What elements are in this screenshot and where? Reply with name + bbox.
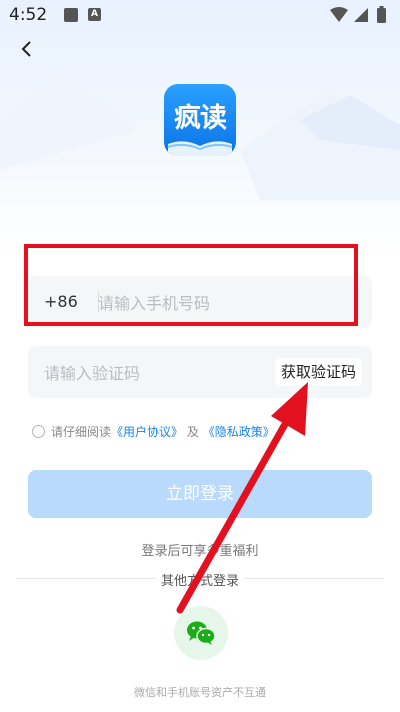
agreement-row: 请仔细阅读《用户协议》 及 《隐私政策》 xyxy=(32,424,275,440)
status-time: 4:52 xyxy=(9,5,48,25)
signal-icon xyxy=(354,8,368,22)
status-bar: 4:52 A xyxy=(0,0,400,30)
chevron-left-icon xyxy=(21,41,31,57)
notification-a-icon: A xyxy=(88,8,101,21)
account-notice: 微信和手机账号资产不互通 xyxy=(134,686,266,699)
app-logo-text: 疯读 xyxy=(174,103,227,134)
other-login-label: 其他方式登录 xyxy=(154,570,245,589)
perk-text: 登录后可享多重福利 xyxy=(141,544,259,559)
privacy-policy-link[interactable]: 《隐私政策》 xyxy=(203,425,275,439)
notification-icon xyxy=(64,8,78,22)
wechat-login-button[interactable] xyxy=(174,606,228,660)
status-icons xyxy=(330,6,386,23)
back-button[interactable] xyxy=(16,38,38,60)
app-logo: 疯读 xyxy=(164,84,236,156)
battery-icon xyxy=(377,8,386,23)
book-icon xyxy=(167,141,233,156)
agreement-and: 及 xyxy=(186,425,199,439)
get-code-button[interactable]: 获取验证码 xyxy=(274,358,362,386)
other-login-row: 其他方式登录 xyxy=(0,570,400,589)
code-field: 获取验证码 xyxy=(28,346,372,398)
user-agreement-link[interactable]: 《用户协议》 xyxy=(111,425,183,439)
agree-radio[interactable] xyxy=(32,425,45,438)
wechat-icon xyxy=(187,621,216,645)
agreement-prefix: 请仔细阅读 xyxy=(51,425,112,439)
verification-code-input[interactable] xyxy=(44,361,264,385)
wifi-icon xyxy=(330,7,348,22)
highlight-annotation-box xyxy=(24,244,358,326)
login-button[interactable]: 立即登录 xyxy=(28,470,372,518)
